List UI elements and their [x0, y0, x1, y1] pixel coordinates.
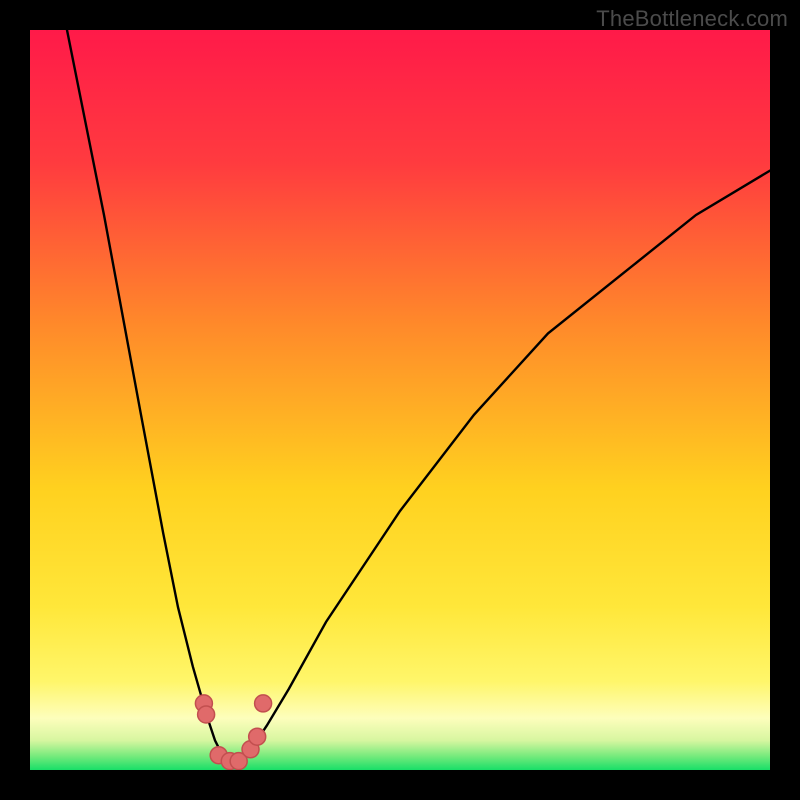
- curve-marker-6: [249, 728, 266, 745]
- plot-area: [30, 30, 770, 770]
- curve-marker-7: [255, 695, 272, 712]
- curve-marker-1: [198, 706, 215, 723]
- chart-svg: [30, 30, 770, 770]
- watermark-text: TheBottleneck.com: [596, 6, 788, 32]
- chart-frame: TheBottleneck.com: [0, 0, 800, 800]
- curve-markers: [195, 695, 271, 770]
- bottleneck-curve: [67, 30, 770, 763]
